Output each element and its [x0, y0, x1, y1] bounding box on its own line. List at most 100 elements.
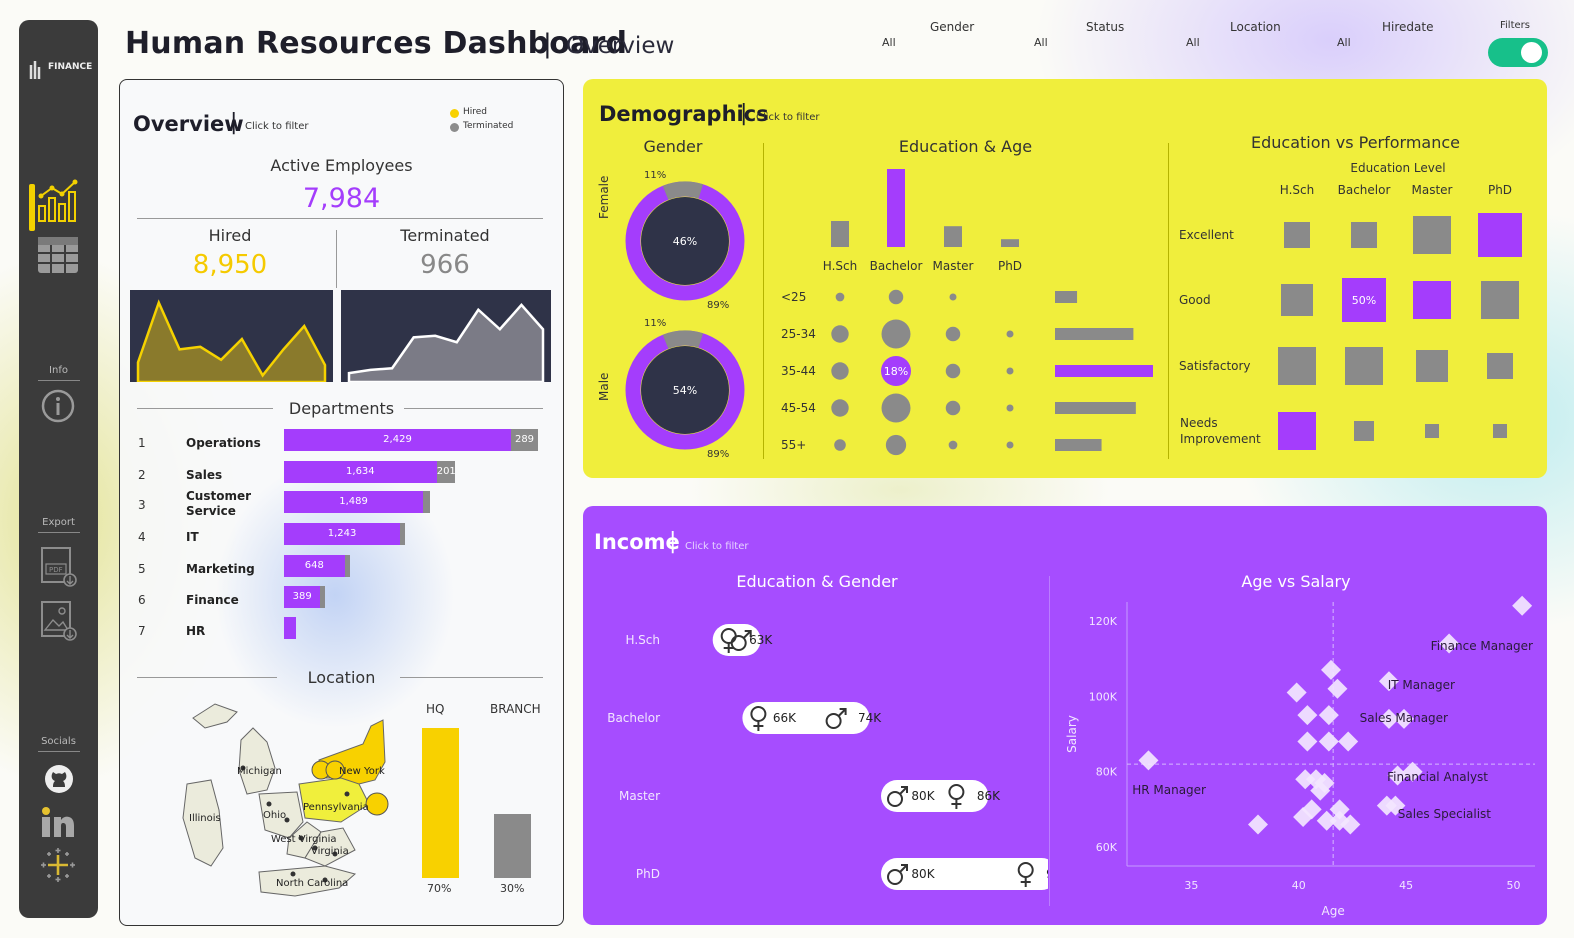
table-icon[interactable] — [37, 236, 79, 274]
department-hired-bar[interactable]: 389 — [284, 586, 321, 608]
performance-cell[interactable] — [1493, 424, 1507, 438]
pdf-export-icon[interactable]: PDF — [40, 546, 78, 588]
education-age-bubble[interactable] — [945, 326, 961, 342]
filter-hiredate-value[interactable]: All — [1337, 36, 1351, 49]
hired-area-chart[interactable] — [130, 290, 333, 382]
performance-cell[interactable] — [1487, 353, 1513, 379]
salary-point[interactable] — [1297, 731, 1318, 752]
education-age-bubble[interactable] — [885, 434, 907, 456]
salary-point[interactable] — [1286, 682, 1307, 703]
department-name[interactable]: Marketing — [186, 562, 266, 577]
age-bar[interactable] — [1055, 365, 1153, 377]
department-name[interactable]: HR — [186, 624, 266, 639]
performance-cell[interactable] — [1416, 350, 1448, 382]
education-age-bubble[interactable] — [1006, 330, 1014, 338]
education-age-bubble[interactable] — [1006, 441, 1014, 449]
map-bubble[interactable] — [365, 792, 389, 816]
map-state-michigan[interactable] — [238, 727, 276, 795]
salary-point[interactable] — [1138, 750, 1159, 771]
department-name[interactable]: IT — [186, 530, 266, 545]
department-hired-bar[interactable]: 1,489 — [284, 491, 424, 513]
overview-click-hint[interactable]: Click to filter — [245, 121, 309, 132]
filter-gender-value[interactable]: All — [882, 36, 896, 49]
salary-point[interactable] — [1338, 731, 1359, 752]
education-age-bubble[interactable] — [831, 362, 849, 380]
location-map[interactable]: Michigan New York Illinois Ohio Pennsylv… — [175, 698, 405, 908]
department-name[interactable]: Finance — [186, 593, 266, 608]
male-donut[interactable]: 54% — [625, 330, 745, 450]
github-icon[interactable] — [44, 764, 74, 794]
bar-chart-icon[interactable] — [37, 178, 81, 224]
department-terminated-bar[interactable] — [320, 586, 326, 608]
performance-cell[interactable] — [1351, 222, 1377, 248]
education-age-bubble[interactable] — [945, 363, 961, 379]
performance-cell[interactable] — [1345, 347, 1383, 385]
age-bar[interactable] — [1055, 402, 1136, 414]
filter-status-value[interactable]: All — [1034, 36, 1048, 49]
department-terminated-bar[interactable] — [400, 523, 406, 545]
performance-cell[interactable] — [1478, 213, 1522, 257]
age-bar[interactable] — [1055, 291, 1078, 303]
department-name[interactable]: Sales — [186, 468, 266, 483]
branch-bar[interactable] — [494, 813, 531, 878]
salary-point[interactable] — [1512, 595, 1533, 616]
income-range-pill[interactable] — [881, 780, 989, 812]
salary-point[interactable] — [1327, 678, 1348, 699]
department-hired-bar[interactable] — [284, 617, 296, 639]
demographics-click-hint[interactable]: Click to filter — [756, 112, 820, 123]
age-bar[interactable] — [1055, 328, 1134, 340]
department-hired-bar[interactable]: 2,429 — [284, 429, 511, 451]
filter-location-value[interactable]: All — [1186, 36, 1200, 49]
performance-cell[interactable] — [1354, 421, 1374, 441]
filters-toggle[interactable] — [1488, 38, 1548, 67]
performance-cell[interactable] — [1413, 216, 1451, 254]
education-bar[interactable] — [944, 226, 962, 247]
education-bar[interactable] — [887, 169, 905, 247]
education-age-bubble[interactable] — [881, 393, 911, 423]
income-click-hint[interactable]: Click to filter — [685, 541, 749, 552]
age-salary-chart[interactable]: 120K 100K 80K 60K 35 40 45 50 Salary Age Finance M… — [1053, 594, 1543, 918]
info-icon[interactable] — [41, 389, 75, 423]
education-age-bubble[interactable] — [888, 289, 904, 305]
department-terminated-bar[interactable]: 289 — [511, 429, 538, 451]
salary-point[interactable] — [1321, 659, 1341, 680]
female-donut[interactable]: 46% — [625, 181, 745, 301]
education-age-bubble[interactable] — [949, 293, 957, 301]
salary-point[interactable] — [1247, 814, 1268, 835]
salary-point[interactable] — [1297, 705, 1318, 726]
image-export-icon[interactable] — [40, 600, 78, 642]
department-hired-bar[interactable]: 1,243 — [284, 523, 401, 545]
tableau-icon[interactable] — [41, 848, 75, 882]
education-age-bubble[interactable] — [1006, 404, 1014, 412]
performance-cell[interactable] — [1413, 281, 1451, 319]
education-age-bubble[interactable] — [948, 440, 958, 450]
department-name[interactable]: Operations — [186, 436, 266, 451]
education-age-chart[interactable]: H.Sch Bachelor Master PhD <25 25-34 35-44 45-54… — [773, 159, 1163, 459]
education-age-bubble[interactable] — [945, 400, 961, 416]
department-name[interactable]: Customer Service — [186, 489, 266, 519]
department-terminated-bar[interactable] — [344, 555, 350, 577]
department-hired-bar[interactable]: 648 — [284, 555, 345, 577]
linkedin-icon[interactable] — [41, 806, 75, 838]
performance-cell[interactable] — [1278, 347, 1316, 385]
performance-cell[interactable] — [1425, 424, 1439, 438]
salary-point[interactable] — [1318, 731, 1339, 752]
performance-cell[interactable] — [1278, 412, 1316, 450]
age-bar[interactable] — [1055, 439, 1102, 451]
department-terminated-bar[interactable] — [423, 491, 431, 513]
education-age-bubble[interactable] — [1006, 367, 1014, 375]
performance-cell[interactable] — [1281, 284, 1313, 316]
education-bar[interactable] — [1001, 239, 1019, 247]
performance-cell[interactable] — [1284, 222, 1310, 248]
terminated-area-chart[interactable] — [341, 290, 551, 382]
education-age-bubble[interactable] — [835, 292, 845, 302]
map-state-mi-upper[interactable] — [192, 703, 238, 729]
department-hired-bar[interactable]: 1,634 — [284, 461, 437, 483]
salary-point[interactable] — [1318, 705, 1339, 726]
performance-cell[interactable] — [1481, 281, 1519, 319]
department-terminated-bar[interactable]: 201 — [436, 461, 456, 483]
education-age-bubble[interactable] — [831, 325, 849, 343]
education-bar[interactable] — [831, 221, 849, 247]
hq-bar[interactable] — [422, 728, 459, 878]
education-age-bubble[interactable] — [881, 319, 911, 349]
